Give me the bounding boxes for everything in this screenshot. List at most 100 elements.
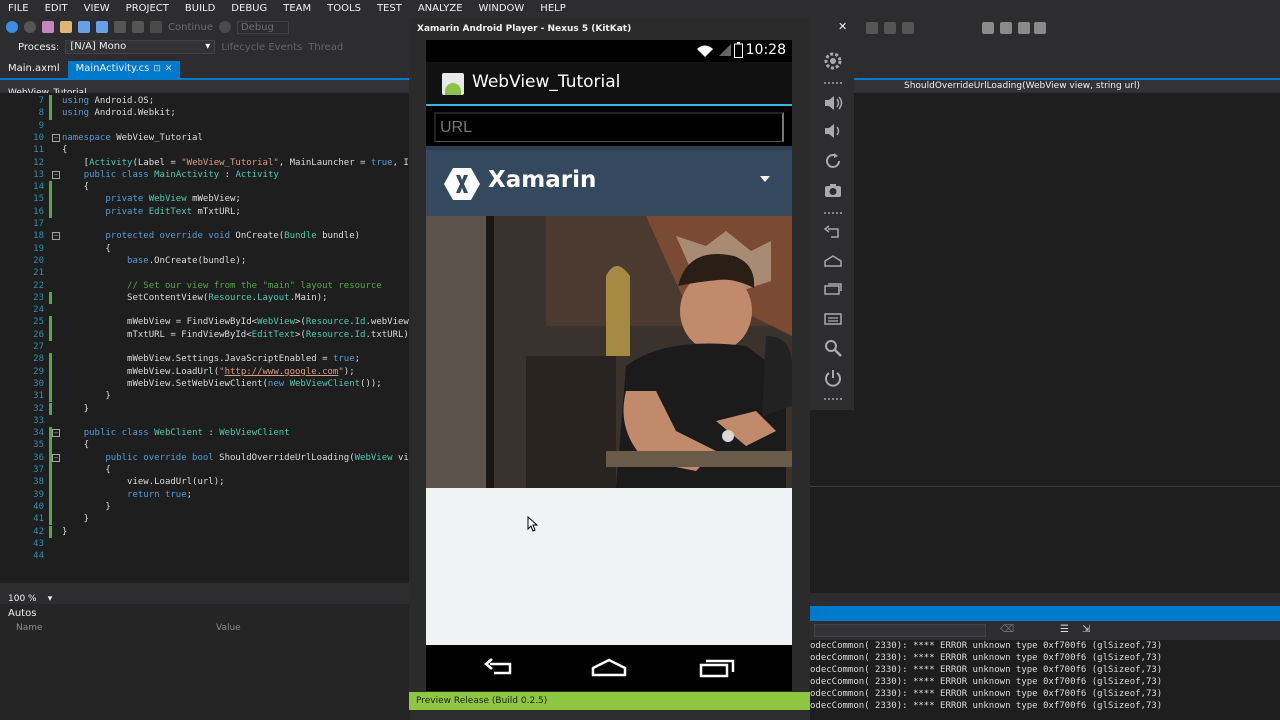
save-all-icon[interactable] bbox=[96, 21, 108, 33]
webview-blank-area[interactable] bbox=[426, 488, 792, 646]
new-project-icon[interactable] bbox=[42, 21, 54, 33]
toolbar-icon[interactable]: ⌫ bbox=[1000, 624, 1014, 635]
code-line[interactable]: 16 private EditText mTxtURL; bbox=[0, 205, 410, 218]
code-line[interactable]: 29 mWebView.LoadUrl("http://www.google.c… bbox=[0, 365, 410, 378]
search-icon[interactable] bbox=[822, 337, 844, 359]
code-line[interactable]: 19 { bbox=[0, 243, 410, 255]
code-line[interactable]: 31 } bbox=[0, 390, 410, 403]
refresh-icon[interactable] bbox=[218, 21, 231, 33]
continue-button[interactable]: Continue bbox=[168, 22, 213, 33]
menu-item-team[interactable]: TEAM bbox=[275, 3, 319, 14]
code-line[interactable]: 30 mWebView.SetWebViewClient(new WebView… bbox=[0, 377, 410, 391]
config-dropdown[interactable]: Debug bbox=[236, 20, 289, 34]
nav-home-icon[interactable] bbox=[589, 655, 629, 681]
menu-item-window[interactable]: WINDOW bbox=[471, 3, 533, 14]
xamarin-logo-icon[interactable] bbox=[444, 167, 480, 201]
toolbar-icon[interactable] bbox=[902, 22, 914, 34]
code-line[interactable]: 10− namespace WebView_Tutorial bbox=[0, 132, 410, 144]
undo-icon[interactable] bbox=[114, 21, 126, 33]
rotate-icon[interactable] bbox=[822, 150, 844, 172]
code-line[interactable]: 28 mWebView.Settings.JavaScriptEnabled =… bbox=[0, 353, 410, 366]
volume-down-icon[interactable] bbox=[822, 120, 844, 142]
tab-main-axml[interactable]: Main.axml bbox=[0, 61, 68, 78]
forward-nav-icon[interactable] bbox=[24, 21, 36, 33]
code-line[interactable]: 20 base.OnCreate(bundle); bbox=[0, 255, 410, 267]
code-line[interactable]: 43 bbox=[0, 538, 410, 550]
code-line[interactable]: 21 bbox=[0, 267, 410, 279]
tab-mainactivity-cs[interactable]: MainActivity.cs ⊡ ✕ bbox=[67, 61, 181, 78]
url-input[interactable] bbox=[434, 112, 784, 142]
nav-recents-icon[interactable] bbox=[697, 655, 737, 681]
code-editor[interactable]: 7 using Android.OS; 8 using Android.Webkit;… bbox=[0, 93, 410, 583]
code-line[interactable]: 14 { bbox=[0, 181, 410, 194]
fold-toggle-icon[interactable]: − bbox=[52, 133, 60, 142]
code-line[interactable]: 44 bbox=[0, 550, 410, 562]
settings-gear-icon[interactable] bbox=[822, 50, 844, 72]
toolbar-icon[interactable] bbox=[884, 22, 896, 34]
process-dropdown[interactable]: [N/A] Mono ▾ bbox=[65, 40, 216, 54]
bookmark-icon[interactable] bbox=[1034, 22, 1046, 34]
pin-icon[interactable]: ⊡ bbox=[153, 64, 161, 74]
menu-item-analyze[interactable]: ANALYZE bbox=[410, 3, 471, 14]
member-dropdown[interactable]: ShouldOverrideUrlLoading(WebView view, s… bbox=[904, 80, 1140, 92]
caret-down-icon[interactable] bbox=[760, 176, 770, 182]
code-line[interactable]: 41 } bbox=[0, 513, 410, 526]
menu-item-debug[interactable]: DEBUG bbox=[223, 3, 275, 14]
menu-item-edit[interactable]: EDIT bbox=[37, 3, 76, 14]
bookmark-icon[interactable] bbox=[982, 22, 994, 34]
fold-toggle-icon[interactable]: − bbox=[52, 453, 60, 462]
back-icon[interactable] bbox=[822, 221, 844, 243]
code-line[interactable]: 22 // Set our view from the "main" layou… bbox=[0, 280, 410, 292]
code-line[interactable]: 38 view.LoadUrl(url); bbox=[0, 476, 410, 489]
column-name[interactable]: Name bbox=[16, 623, 216, 633]
menu-item-project[interactable]: PROJECT bbox=[118, 3, 177, 14]
word-wrap-icon[interactable]: ☰ bbox=[1060, 624, 1069, 635]
menu-item-build[interactable]: BUILD bbox=[177, 3, 223, 14]
save-icon[interactable] bbox=[78, 21, 90, 33]
start-icon[interactable] bbox=[150, 21, 162, 33]
nav-back-icon[interactable] bbox=[480, 655, 520, 681]
code-line[interactable]: 32 } bbox=[0, 402, 410, 415]
zoom-dropdown[interactable]: 100 % bbox=[0, 594, 37, 604]
code-line[interactable]: 7 using Android.OS; bbox=[0, 95, 410, 108]
menu-item-file[interactable]: FILE bbox=[0, 3, 37, 14]
code-line[interactable]: 11 { bbox=[0, 144, 410, 156]
code-line[interactable]: 12 [Activity(Label = "WebView_Tutorial",… bbox=[0, 157, 410, 169]
fold-toggle-icon[interactable]: − bbox=[52, 232, 60, 241]
code-line[interactable]: 36− public override bool ShouldOverrideU… bbox=[0, 451, 410, 464]
bookmark-icon[interactable] bbox=[1018, 22, 1030, 34]
code-line[interactable]: 18− protected override void OnCreate(Bun… bbox=[0, 230, 410, 242]
menu-item-test[interactable]: TEST bbox=[369, 3, 410, 14]
close-icon[interactable]: ✕ bbox=[165, 64, 173, 74]
camera-icon[interactable] bbox=[822, 180, 844, 202]
fold-toggle-icon[interactable]: − bbox=[52, 170, 60, 179]
phone-screen[interactable]: 10:28 WebView_Tutorial Xamarin bbox=[426, 40, 792, 691]
output-source-dropdown[interactable] bbox=[814, 624, 986, 637]
code-line[interactable]: 25 mWebView = FindViewById<WebView>(Reso… bbox=[0, 316, 410, 329]
code-line[interactable]: 23 SetContentView(Resource.Layout.Main); bbox=[0, 291, 410, 305]
code-line[interactable]: 35 { bbox=[0, 439, 410, 452]
webview[interactable]: Xamarin bbox=[426, 146, 792, 646]
recents-icon[interactable] bbox=[822, 278, 844, 300]
bookmark-icon[interactable] bbox=[1000, 22, 1012, 34]
menu-item-help[interactable]: HELP bbox=[532, 3, 573, 14]
volume-up-icon[interactable] bbox=[822, 92, 844, 114]
code-line[interactable]: 37 { bbox=[0, 464, 410, 477]
code-line[interactable]: 27 bbox=[0, 341, 410, 353]
redo-icon[interactable] bbox=[132, 21, 144, 33]
code-line[interactable]: 15 private WebView mWebView; bbox=[0, 193, 410, 206]
lifecycle-events-button[interactable]: Lifecycle Events bbox=[221, 42, 302, 53]
code-line[interactable]: 9 bbox=[0, 120, 410, 132]
code-line[interactable]: 24 bbox=[0, 304, 410, 316]
code-line[interactable]: 13− public class MainActivity : Activity bbox=[0, 169, 410, 181]
code-line[interactable]: 39 return true; bbox=[0, 488, 410, 501]
code-line[interactable]: 17 bbox=[0, 218, 410, 230]
code-line[interactable]: 26 mTxtURL = FindViewById<EditText>(Reso… bbox=[0, 328, 410, 341]
code-line[interactable]: 40 } bbox=[0, 500, 410, 514]
toolbar-icon[interactable] bbox=[866, 22, 878, 34]
clear-all-icon[interactable]: ⇲ bbox=[1082, 624, 1090, 635]
column-value[interactable]: Value bbox=[216, 623, 241, 633]
code-line[interactable]: 34− public class WebClient : WebViewClie… bbox=[0, 427, 410, 440]
menu-item-view[interactable]: VIEW bbox=[76, 3, 118, 14]
code-line[interactable]: 8 using Android.Webkit; bbox=[0, 107, 410, 120]
